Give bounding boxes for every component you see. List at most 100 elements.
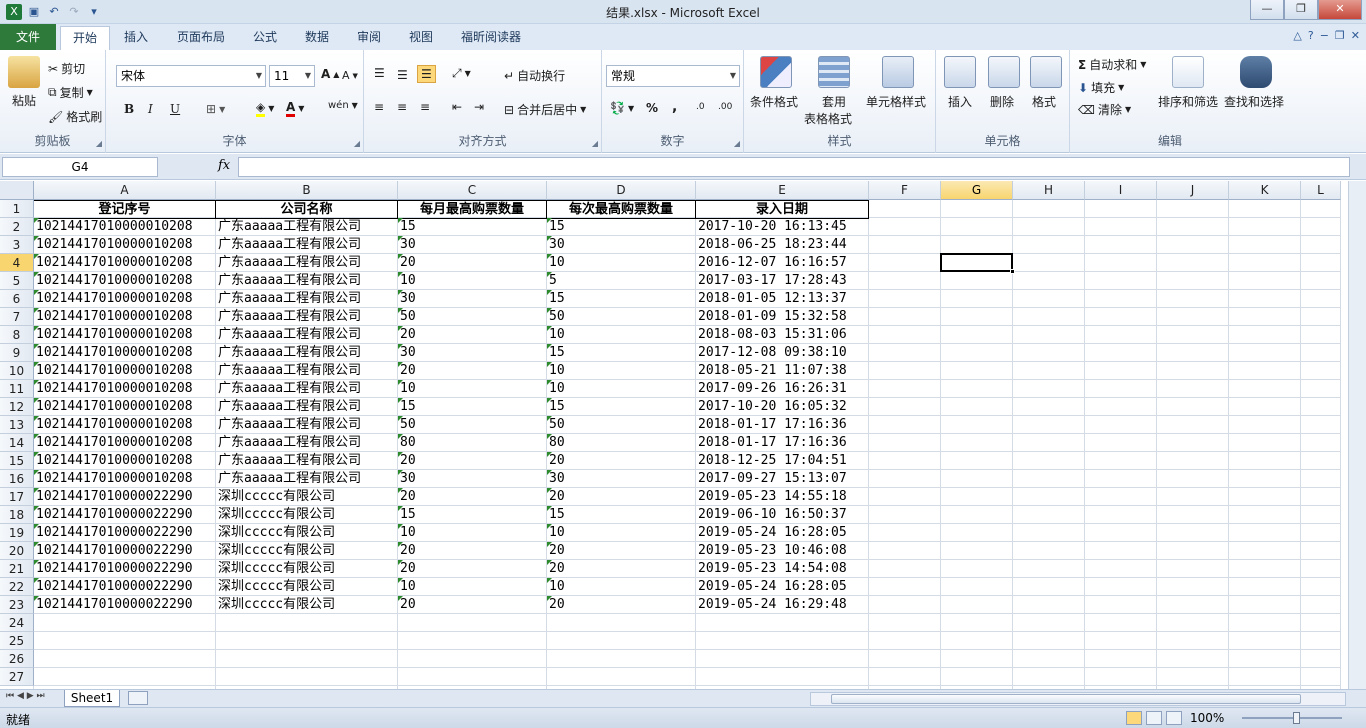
sheet-tab-sheet1[interactable]: Sheet1 bbox=[64, 690, 120, 707]
conditional-format-button[interactable]: 条件格式 bbox=[750, 93, 798, 110]
table-cell[interactable]: 深圳ccccc有限公司 bbox=[216, 560, 398, 578]
row-header[interactable]: 20 bbox=[0, 542, 34, 560]
table-cell[interactable]: 广东aaaaa工程有限公司 bbox=[216, 272, 398, 290]
format-as-table-button-line2[interactable]: 表格格式 bbox=[804, 110, 852, 127]
table-cell[interactable]: 2017-10-20 16:05:32 bbox=[696, 398, 869, 416]
table-cell[interactable]: 10214417010000022290 bbox=[34, 596, 216, 614]
table-cell[interactable]: 10 bbox=[398, 272, 547, 290]
row-header[interactable]: 14 bbox=[0, 434, 34, 452]
conditional-format-icon[interactable] bbox=[760, 56, 792, 88]
select-all-corner[interactable] bbox=[0, 181, 34, 200]
table-cell[interactable]: 10214417010000010208 bbox=[34, 290, 216, 308]
header-cell[interactable]: 录入日期 bbox=[696, 200, 869, 219]
table-cell[interactable]: 深圳ccccc有限公司 bbox=[216, 488, 398, 506]
delete-cells-icon[interactable] bbox=[988, 56, 1020, 88]
dialog-launcher-icon[interactable]: ◢ bbox=[354, 139, 360, 148]
horizontal-scroll-thumb[interactable] bbox=[831, 694, 1301, 704]
table-cell[interactable]: 20 bbox=[398, 488, 547, 506]
row-header[interactable]: 22 bbox=[0, 578, 34, 596]
align-center-icon[interactable]: ≡ bbox=[397, 100, 407, 114]
workbook-minimize-icon[interactable]: − bbox=[1320, 29, 1329, 42]
minimize-ribbon-icon[interactable]: △ bbox=[1293, 29, 1301, 42]
table-cell[interactable]: 10 bbox=[398, 524, 547, 542]
table-cell[interactable]: 15 bbox=[398, 398, 547, 416]
row-header[interactable]: 17 bbox=[0, 488, 34, 506]
table-cell[interactable]: 广东aaaaa工程有限公司 bbox=[216, 362, 398, 380]
font-color-button[interactable]: A ▼ bbox=[286, 100, 304, 117]
row-header[interactable]: 16 bbox=[0, 470, 34, 488]
table-cell[interactable]: 广东aaaaa工程有限公司 bbox=[216, 398, 398, 416]
delete-button[interactable]: 删除 bbox=[990, 93, 1014, 110]
table-cell[interactable]: 30 bbox=[398, 290, 547, 308]
table-cell[interactable]: 深圳ccccc有限公司 bbox=[216, 506, 398, 524]
table-cell[interactable]: 广东aaaaa工程有限公司 bbox=[216, 290, 398, 308]
column-header[interactable]: F bbox=[869, 181, 941, 200]
fill-color-button[interactable]: ◈ ▼ bbox=[256, 100, 274, 117]
close-button[interactable]: ✕ bbox=[1318, 0, 1362, 20]
phonetic-button[interactable]: wén ▼ bbox=[328, 100, 358, 111]
table-cell[interactable]: 2018-12-25 17:04:51 bbox=[696, 452, 869, 470]
cell-styles-button[interactable]: 单元格样式 bbox=[866, 93, 926, 110]
minimize-button[interactable]: — bbox=[1250, 0, 1284, 20]
orientation-icon[interactable]: ⤢ ▼ bbox=[452, 66, 471, 81]
table-cell[interactable]: 2019-05-23 14:54:08 bbox=[696, 560, 869, 578]
table-cell[interactable]: 广东aaaaa工程有限公司 bbox=[216, 380, 398, 398]
row-header[interactable]: 6 bbox=[0, 290, 34, 308]
row-header[interactable]: 2 bbox=[0, 218, 34, 236]
cut-button[interactable]: ✂ 剪切 bbox=[48, 60, 85, 77]
tab-insert[interactable]: 插入 bbox=[114, 26, 158, 50]
table-cell[interactable]: 10214417010000010208 bbox=[34, 470, 216, 488]
table-cell[interactable]: 2019-05-24 16:28:05 bbox=[696, 524, 869, 542]
border-button[interactable]: ⊞ ▼ bbox=[206, 102, 225, 116]
table-cell[interactable]: 20 bbox=[398, 254, 547, 272]
row-header[interactable]: 11 bbox=[0, 380, 34, 398]
table-cell[interactable]: 30 bbox=[547, 236, 696, 254]
sheet-nav-arrows-icon[interactable]: ⏮ ◀ ▶ ⏭ bbox=[6, 691, 45, 701]
table-cell[interactable]: 50 bbox=[398, 308, 547, 326]
format-button[interactable]: 格式 bbox=[1032, 93, 1056, 110]
column-header[interactable]: E bbox=[696, 181, 869, 200]
column-header[interactable]: D bbox=[547, 181, 696, 200]
table-cell[interactable]: 2018-08-03 15:31:06 bbox=[696, 326, 869, 344]
align-middle-icon[interactable]: ☰ bbox=[397, 68, 408, 82]
table-cell[interactable]: 15 bbox=[547, 290, 696, 308]
table-cell[interactable]: 10214417010000010208 bbox=[34, 398, 216, 416]
table-cell[interactable]: 2019-05-24 16:28:05 bbox=[696, 578, 869, 596]
table-cell[interactable]: 10214417010000022290 bbox=[34, 524, 216, 542]
table-cell[interactable]: 2017-09-27 15:13:07 bbox=[696, 470, 869, 488]
workbook-close-icon[interactable]: ✕ bbox=[1351, 29, 1360, 42]
row-header[interactable]: 9 bbox=[0, 344, 34, 362]
row-header[interactable]: 23 bbox=[0, 596, 34, 614]
table-cell[interactable]: 10 bbox=[547, 524, 696, 542]
row-header[interactable]: 5 bbox=[0, 272, 34, 290]
table-cell[interactable]: 10214417010000010208 bbox=[34, 326, 216, 344]
header-cell[interactable]: 每月最高购票数量 bbox=[398, 200, 547, 219]
table-cell[interactable]: 广东aaaaa工程有限公司 bbox=[216, 452, 398, 470]
column-header[interactable]: C bbox=[398, 181, 547, 200]
insert-cells-icon[interactable] bbox=[944, 56, 976, 88]
table-cell[interactable]: 深圳ccccc有限公司 bbox=[216, 578, 398, 596]
table-cell[interactable]: 50 bbox=[547, 308, 696, 326]
column-header[interactable]: H bbox=[1013, 181, 1085, 200]
paste-icon[interactable] bbox=[8, 56, 40, 88]
column-header[interactable]: B bbox=[216, 181, 398, 200]
sort-filter-button[interactable]: 排序和筛选 bbox=[1158, 93, 1218, 110]
tab-page-layout[interactable]: 页面布局 bbox=[170, 26, 232, 50]
find-select-button[interactable]: 查找和选择 bbox=[1224, 93, 1284, 110]
normal-view-icon[interactable] bbox=[1126, 711, 1142, 725]
table-cell[interactable]: 10 bbox=[547, 578, 696, 596]
table-cell[interactable]: 10214417010000010208 bbox=[34, 272, 216, 290]
table-cell[interactable]: 20 bbox=[547, 488, 696, 506]
row-header[interactable]: 24 bbox=[0, 614, 34, 632]
table-cell[interactable]: 广东aaaaa工程有限公司 bbox=[216, 236, 398, 254]
row-header[interactable]: 4 bbox=[0, 254, 34, 272]
table-cell[interactable]: 2019-05-23 10:46:08 bbox=[696, 542, 869, 560]
autosum-button[interactable]: Σ 自动求和 ▼ bbox=[1078, 56, 1146, 73]
insert-function-icon[interactable]: fx bbox=[218, 158, 230, 173]
restore-button[interactable]: ❐ bbox=[1284, 0, 1318, 20]
row-header[interactable]: 8 bbox=[0, 326, 34, 344]
increase-indent-icon[interactable]: ⇥ bbox=[474, 100, 484, 114]
name-box[interactable]: G4 bbox=[2, 157, 158, 177]
table-cell[interactable]: 20 bbox=[547, 560, 696, 578]
comma-button[interactable]: , bbox=[672, 99, 677, 115]
